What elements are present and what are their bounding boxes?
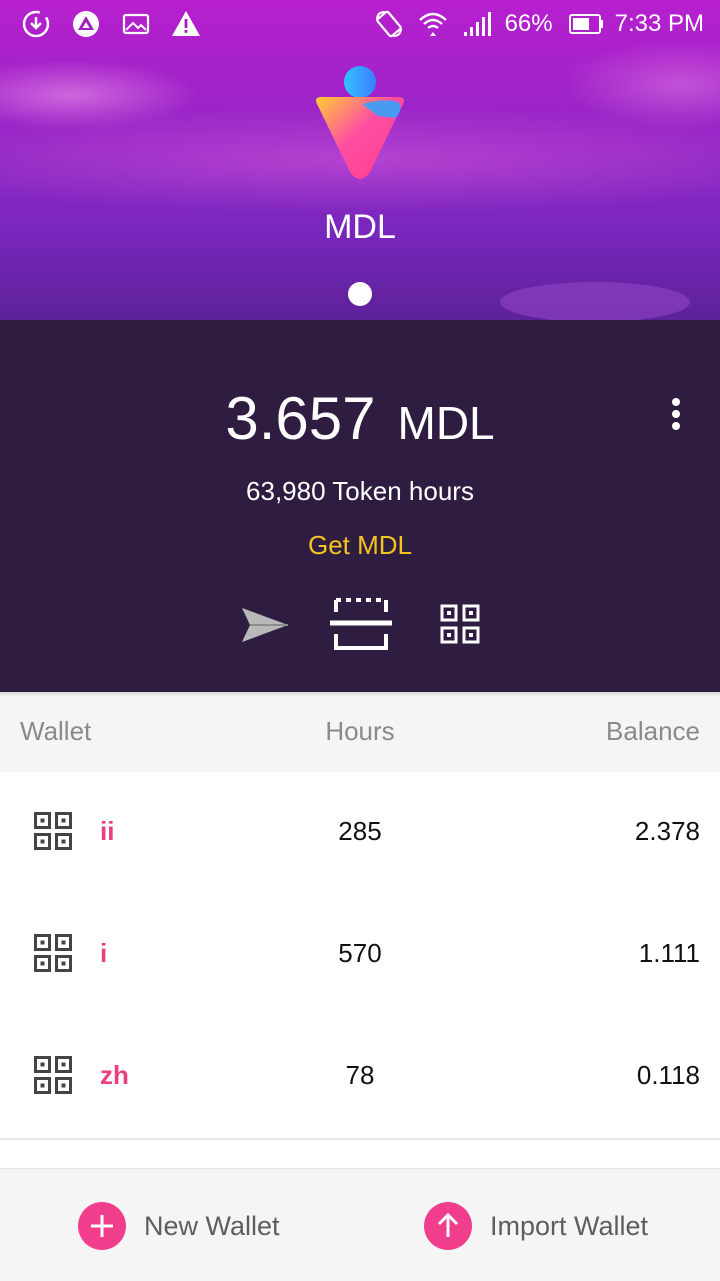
get-mdl-link[interactable]: Get MDL [0, 530, 720, 561]
column-wallet: Wallet [20, 716, 92, 746]
download-icon [22, 10, 50, 38]
import-wallet-button[interactable]: Import Wallet [424, 1201, 648, 1251]
new-wallet-button[interactable]: New Wallet [78, 1201, 280, 1251]
arrow-up-icon [424, 1202, 472, 1250]
qr-code-icon[interactable] [34, 812, 72, 850]
clock: 7:33 PM [614, 10, 704, 37]
battery-percent: 66% [504, 10, 553, 37]
app-icon [73, 11, 99, 37]
image-icon [122, 13, 150, 35]
column-balance: Balance [606, 716, 700, 746]
wallet-row[interactable]: ii 285 2.378 [0, 772, 720, 896]
wallet-table-header: Wallet Hours Balance [0, 692, 720, 772]
rotate-icon [375, 10, 402, 38]
signal-icon [463, 12, 491, 36]
qr-code-icon[interactable] [34, 934, 72, 972]
plus-icon [78, 1202, 126, 1250]
battery-icon [568, 14, 603, 34]
qr-code-icon[interactable] [34, 1056, 72, 1094]
wallet-balance: 0.118 [636, 1060, 700, 1090]
status-bar: 66% 7:33 PM [0, 0, 720, 48]
column-hours: Hours [325, 716, 395, 746]
token-hours: 63,980 Token hours [246, 476, 474, 506]
qr-code-icon[interactable] [426, 590, 496, 660]
wallet-balance: 2.378 [634, 816, 700, 846]
import-wallet-label: Import Wallet [490, 1210, 649, 1241]
total-balance: 3.657 MDL [0, 384, 720, 453]
send-icon[interactable] [230, 590, 300, 660]
wifi-icon [418, 12, 447, 36]
footer-actions: New Wallet Import Wallet [0, 1168, 720, 1281]
warning-icon [172, 11, 200, 36]
action-bar [230, 590, 490, 660]
hero-header: 66% 7:33 PM MDL [0, 0, 720, 320]
page-indicator-dot[interactable] [348, 282, 372, 306]
wallet-balance: 1.111 [638, 938, 700, 968]
wallet-hours: 570 [338, 938, 382, 968]
coin-title: MDL [324, 208, 396, 246]
balance-unit: MDL [397, 397, 495, 449]
wallet-row[interactable]: zh 78 0.118 [0, 1016, 720, 1140]
scan-icon[interactable] [326, 590, 396, 660]
wallet-name: zh [100, 1060, 129, 1090]
wallet-name: ii [100, 816, 115, 846]
wallet-row[interactable]: i 570 1.111 [0, 894, 720, 1018]
mdl-logo-icon [316, 66, 404, 179]
wallet-hours: 285 [338, 816, 382, 846]
hero-cloud [500, 282, 690, 320]
balance-amount: 3.657 [225, 385, 376, 452]
balance-summary: 3.657 MDL 63,980 Token hours Get MDL [0, 320, 720, 692]
more-options-button[interactable] [660, 398, 692, 438]
new-wallet-label: New Wallet [144, 1210, 280, 1241]
wallet-hours: 78 [345, 1060, 375, 1090]
wallet-name: i [100, 938, 108, 968]
